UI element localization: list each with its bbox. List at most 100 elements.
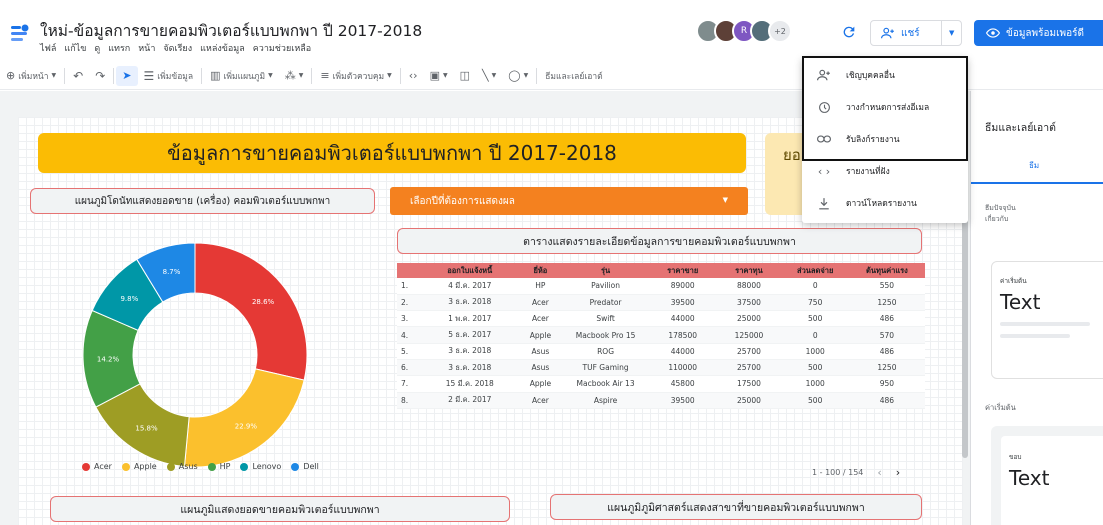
report-title[interactable]: ใหม่-ข้อมูลการขายคอมพิวเตอร์แบบพกพา ปี 2…	[40, 18, 422, 43]
table-row[interactable]: 5. 3 ธ.ค. 2018 Asus ROG 44000 25700 1000 486	[397, 343, 925, 360]
scorecard-label: ยอ	[783, 146, 801, 164]
legend-item-apple[interactable]: Apple	[121, 462, 157, 471]
add-data-button[interactable]: ☰ เพิ่มข้อมูล	[138, 69, 200, 83]
theme-card-edge[interactable]: ขอบ Text	[991, 426, 1103, 525]
caret-down-icon: ▼	[51, 72, 57, 79]
table-row[interactable]: 3. 1 พ.ค. 2017 Acer Swift 44000 25000 500 486	[397, 310, 925, 328]
collaborator-avatars: R +2	[696, 19, 792, 43]
table-cell: Acer	[518, 392, 563, 409]
table-cell: 5 ธ.ค. 2017	[420, 326, 519, 344]
menu-item-3[interactable]: แทรก	[108, 41, 130, 55]
line-icon: ╲	[482, 69, 489, 82]
toolbar-divider	[64, 67, 66, 84]
bottom-right-chart-header[interactable]: แผนภูมิภูมิศาสตร์แสดงสาขาที่ขายคอมพิวเตอ…	[550, 494, 922, 520]
undo-icon: ↶	[73, 68, 84, 83]
column-header[interactable]: ราคาขาย	[649, 263, 717, 278]
table-cell: 486	[848, 310, 925, 328]
select-tool-button[interactable]: ➤	[116, 65, 138, 86]
add-page-icon: ⊕	[6, 69, 16, 82]
menu-item-1[interactable]: แก้ไข	[64, 41, 86, 55]
column-header[interactable]: ราคาทุน	[716, 263, 782, 278]
table-row[interactable]: 8. 2 มี.ค. 2017 Acer Aspire 39500 25000 500 486	[397, 392, 925, 409]
current-theme-line1: ธีมปัจจุบัน	[985, 204, 1016, 212]
community-viz-button[interactable]: ⁂ ▼	[279, 69, 310, 82]
toolbar-divider	[311, 67, 313, 84]
text-box-icon: ◫	[459, 69, 471, 82]
legend-swatch	[121, 462, 130, 471]
menu-item-4[interactable]: หน้า	[138, 41, 155, 55]
add-chart-button[interactable]: ▥ เพิ่มแผนภูมิ ▼	[204, 69, 279, 83]
menu-item-0[interactable]: ไฟล์	[40, 41, 56, 55]
donut-slice-apple[interactable]	[183, 368, 305, 468]
donut-slice-acer[interactable]	[194, 242, 308, 381]
theme-card-default[interactable]: ค่าเริ่มต้น Text	[991, 261, 1103, 379]
column-header[interactable]: ออกใบแจ้งหนี้	[420, 263, 519, 278]
table-cell: 25700	[716, 359, 782, 377]
data-studio-logo-icon[interactable]	[10, 24, 30, 46]
tab-theme[interactable]: ธีม	[971, 146, 1103, 184]
image-button[interactable]: ▣ ▼	[424, 69, 454, 82]
menu-item-5[interactable]: จัดเรียง	[163, 41, 192, 55]
table-cell: 25000	[716, 310, 782, 328]
menu-item-7[interactable]: ความช่วยเหลือ	[253, 41, 311, 55]
table-row[interactable]: 7. 15 มี.ค. 2018 Apple Macbook Air 13 45800 1…	[397, 375, 925, 393]
table-cell: Apple	[518, 326, 563, 344]
theme-card-line	[1000, 322, 1090, 326]
embed-url-button[interactable]: ‹›	[403, 69, 424, 82]
table-row[interactable]: 6. 3 ธ.ค. 2018 Asus TUF Gaming 110000 25700 50…	[397, 359, 925, 377]
avatar-more-count[interactable]: +2	[768, 19, 792, 43]
sales-table[interactable]: ออกใบแจ้งหนี้ ยี่ห้อ รุ่น ราคาขาย ราคาทุน ส่ว…	[397, 263, 925, 409]
add-control-button[interactable]: ≡ เพิ่มตัวควบคุม ▼	[314, 69, 397, 83]
text-box-button[interactable]: ◫	[454, 69, 476, 82]
legend-item-hp[interactable]: HP	[207, 462, 230, 471]
table-cell: 486	[848, 392, 925, 409]
row-number-header	[397, 263, 421, 278]
share-button[interactable]: แชร์ ▼	[870, 20, 962, 46]
donut-data-label: 9.8%	[120, 295, 138, 303]
redo-button[interactable]: ↷	[89, 69, 111, 83]
bottom-left-chart-header[interactable]: แผนภูมิแสดงยอดขายคอมพิวเตอร์แบบพกพา	[50, 496, 510, 522]
table-row[interactable]: 4. 5 ธ.ค. 2017 Apple Macbook Pro 15 178500 12…	[397, 326, 925, 344]
legend-item-lenovo[interactable]: Lenovo	[240, 462, 281, 471]
eye-icon	[986, 28, 1000, 38]
menu-item-6[interactable]: แหล่งข้อมูล	[200, 41, 245, 55]
table-cell: 0	[781, 326, 849, 344]
chevron-left-icon[interactable]: ‹	[877, 466, 881, 479]
undo-button[interactable]: ↶	[67, 69, 89, 83]
table-cell: 44000	[649, 343, 717, 360]
legend-swatch	[207, 462, 216, 471]
year-filter-label: เลือกปีที่ต้องการแสดงผล	[410, 195, 515, 207]
report-title-banner[interactable]: ข้อมูลการขายคอมพิวเตอร์แบบพกพา ปี 2017-2…	[38, 133, 746, 173]
table-row[interactable]: 1. 4 มี.ค. 2017 HP Pavilion 89000 88000 0 550	[397, 278, 925, 295]
caret-down-icon: ▼	[491, 72, 497, 79]
donut-chart-header[interactable]: แผนภูมิโดนัทแสดงยอดขาย (เครื่อง) คอมพิวเ…	[30, 188, 375, 214]
donut-data-label: 28.6%	[252, 298, 275, 306]
view-button[interactable]: ข้อมูลพร้อมเพอร์ดี	[974, 20, 1103, 46]
theme-layout-button[interactable]: ธีมและเลย์เอาต์	[539, 69, 608, 83]
table-header[interactable]: ตารางแสดงรายละเอียดข้อมูลการขายคอมพิวเตอ…	[397, 228, 922, 254]
table-cell: 1.	[397, 278, 421, 295]
shape-button[interactable]: ◯ ▼	[502, 69, 534, 82]
table-row[interactable]: 2. 3 ธ.ค. 2018 Acer Predator 39500 37500 750 12…	[397, 294, 925, 312]
shape-icon: ◯	[508, 69, 521, 82]
legend-item-dell[interactable]: Dell	[291, 462, 319, 471]
column-header[interactable]: ส่วนลดจ่าย	[781, 263, 849, 278]
share-dropdown-button[interactable]: ▼	[941, 21, 961, 45]
menu-item-2[interactable]: ดู	[94, 41, 100, 55]
column-header[interactable]: ยี่ห้อ	[518, 263, 563, 278]
year-filter-dropdown[interactable]: เลือกปีที่ต้องการแสดงผล ▼	[390, 187, 748, 215]
donut-chart[interactable]: 28.6% 22.9% 15.8% 14.2% 9.8% 8.7%	[80, 240, 310, 470]
legend-item-asus[interactable]: Asus	[166, 462, 198, 471]
legend-item-acer[interactable]: Acer	[82, 462, 112, 471]
column-header[interactable]: รุ่น	[562, 263, 650, 278]
add-page-button[interactable]: ⊕ เพิ่มหน้า ▼	[0, 69, 62, 83]
line-button[interactable]: ╲ ▼	[476, 69, 502, 82]
column-header[interactable]: ต้นทุนค่าแรง	[848, 263, 925, 278]
table-cell: 4.	[397, 326, 421, 344]
table-cell: 1250	[848, 294, 925, 312]
refresh-button[interactable]	[835, 19, 863, 45]
chevron-right-icon[interactable]: ›	[896, 466, 900, 479]
table-cell: 500	[781, 392, 849, 409]
table-cell: Apple	[518, 375, 563, 393]
share-menu-item-4[interactable]: ดาวน์โหลดรายงาน	[802, 188, 968, 218]
